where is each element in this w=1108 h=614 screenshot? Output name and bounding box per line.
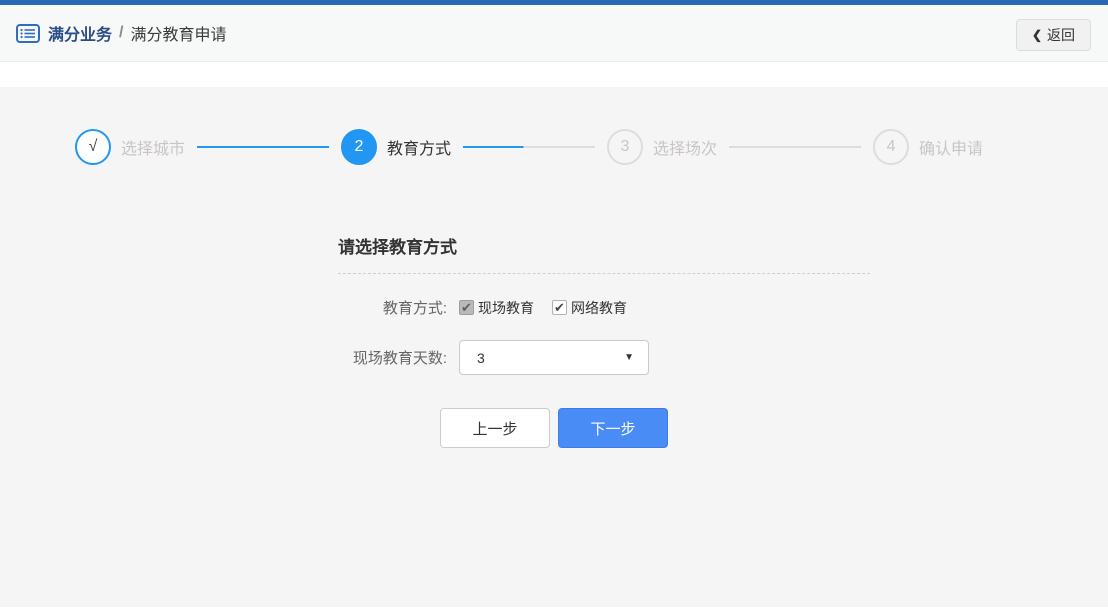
checkbox-online-education[interactable]: ✔ 网络教育: [552, 298, 627, 318]
back-button[interactable]: ❮ 返回: [1015, 19, 1091, 51]
checkbox-online-label: 网络教育: [571, 299, 627, 316]
chevron-left-icon: ❮: [1031, 28, 1042, 42]
step-4-label: 确认申请: [919, 141, 984, 158]
stepper-connector-1: [196, 146, 329, 148]
onsite-days-row: 现场教育天数: 3 ▼: [327, 340, 1108, 375]
step-education-mode: 2 教育方式: [340, 129, 451, 165]
breadcrumb-module[interactable]: 满分业务: [48, 21, 112, 45]
form-title: 请选择教育方式: [338, 238, 457, 257]
checkbox-checked-disabled-icon[interactable]: ✔: [459, 300, 474, 315]
onsite-days-value: 3: [477, 349, 485, 366]
breadcrumb: 满分业务 / 满分教育申请: [16, 21, 226, 45]
breadcrumb-page: 满分教育申请: [130, 27, 227, 44]
step-select-session: 3 选择场次: [607, 129, 717, 165]
onsite-days-select[interactable]: 3 ▼: [459, 340, 649, 375]
stepper-connector-3: [729, 146, 862, 148]
step-confirm-apply: 4 确认申请: [873, 129, 983, 165]
form-rows: 教育方式: ✔ 现场教育 ✔ 网络教育 现场教育天数: 3 ▼: [327, 297, 1108, 375]
main-panel: √ 选择城市 2 教育方式 3 选择场次 4 确认申请 请选择教育方式 教育方式…: [0, 87, 1108, 607]
prev-step-button[interactable]: 上一步: [440, 408, 550, 448]
header-gap: [0, 62, 1108, 87]
step-1-label: 选择城市: [120, 141, 185, 158]
step-select-city: √ 选择城市: [74, 129, 185, 165]
page-header: 满分业务 / 满分教育申请 ❮ 返回: [0, 5, 1108, 62]
step-2-label: 教育方式: [386, 141, 451, 158]
step-4-circle: 4: [873, 129, 910, 165]
bottom-strip: [0, 607, 1108, 614]
stepper-connector-2: [463, 146, 595, 148]
education-mode-row: 教育方式: ✔ 现场教育 ✔ 网络教育: [327, 297, 1108, 318]
list-icon: [16, 23, 40, 43]
step-2-circle: 2: [340, 129, 377, 165]
breadcrumb-separator: /: [119, 24, 124, 41]
caret-down-icon: ▼: [624, 352, 634, 363]
checkbox-onsite-education[interactable]: ✔ 现场教育: [459, 298, 534, 318]
stepper: √ 选择城市 2 教育方式 3 选择场次 4 确认申请: [0, 87, 1108, 165]
checkbox-onsite-label: 现场教育: [478, 299, 534, 316]
step-3-circle: 3: [607, 129, 643, 165]
checkbox-checked-icon[interactable]: ✔: [552, 300, 567, 315]
form-title-block: 请选择教育方式: [338, 233, 870, 274]
education-mode-label: 教育方式:: [382, 300, 447, 317]
onsite-days-label: 现场教育天数:: [352, 350, 447, 367]
back-button-label: 返回: [1047, 27, 1075, 43]
form-actions: 上一步 下一步: [0, 408, 1108, 448]
step-1-check-icon: √: [74, 129, 111, 165]
next-step-button[interactable]: 下一步: [558, 408, 668, 448]
step-3-label: 选择场次: [653, 141, 718, 158]
